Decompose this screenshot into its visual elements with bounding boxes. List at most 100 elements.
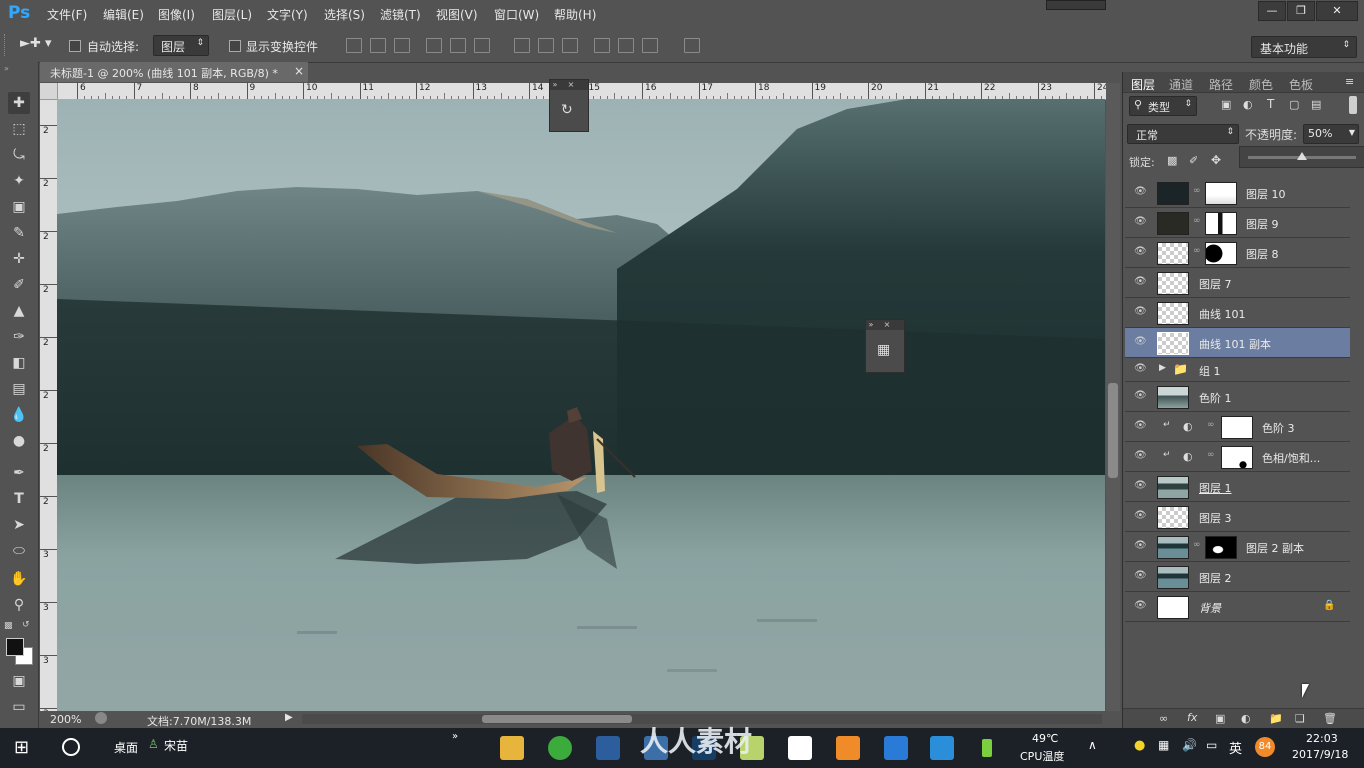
filter-adjustment-icon[interactable]: ◐ — [1243, 98, 1253, 111]
eye-icon[interactable]: 👁 — [1134, 247, 1147, 257]
expand-toolbar-icon[interactable]: » — [4, 64, 9, 73]
layer-mask-thumbnail[interactable] — [1205, 212, 1237, 235]
fx-icon[interactable]: fx — [1187, 711, 1197, 724]
layer-name[interactable]: 图层 1 — [1199, 480, 1232, 496]
layer-row-levels-1[interactable]: 👁 色阶 1 — [1125, 382, 1350, 412]
align-right-icon[interactable] — [474, 38, 490, 53]
auto-align-icon[interactable] — [684, 38, 700, 53]
opacity-field[interactable]: 50% ▼ — [1303, 124, 1359, 144]
eye-icon[interactable]: 👁 — [1134, 601, 1147, 611]
horizontal-scroll-thumb[interactable] — [482, 715, 632, 723]
link-icon[interactable]: ∞ — [1193, 186, 1201, 196]
brush-tool-icon[interactable]: ✐ — [8, 274, 30, 296]
magic-wand-tool-icon[interactable]: ✦ — [8, 170, 30, 192]
eyedropper-tool-icon[interactable]: ✎ — [8, 222, 30, 244]
clock-time[interactable]: 22:03 — [1306, 732, 1338, 745]
adjustment-layer-icon[interactable]: ◐ — [1241, 712, 1251, 725]
clock-date[interactable]: 2017/9/18 — [1292, 748, 1348, 761]
close-tab-icon[interactable]: × — [294, 64, 304, 78]
zoom-tool-icon[interactable]: ⚲ — [8, 594, 30, 616]
layer-row-hue-saturation[interactable]: 👁 ↵ ◐ ∞ 色相/饱和... — [1125, 442, 1350, 472]
layer-mask-thumbnail[interactable] — [1221, 416, 1253, 439]
layer-name[interactable]: 图层 2 — [1199, 570, 1232, 586]
align-left-icon[interactable] — [426, 38, 442, 53]
distribute-vcenter-icon[interactable] — [538, 38, 554, 53]
layer-name[interactable]: 色相/饱和... — [1262, 450, 1320, 466]
menu-view[interactable]: 视图(V) — [436, 6, 478, 23]
screen-mode-icon[interactable]: ▭ — [8, 696, 30, 718]
tray-app-icon[interactable]: ● — [1134, 738, 1145, 753]
battery-app-icon[interactable] — [982, 739, 992, 757]
lock-pixels-icon[interactable]: ✐ — [1189, 154, 1198, 167]
menu-layer[interactable]: 图层(L) — [212, 6, 252, 23]
new-layer-icon[interactable]: ❏ — [1295, 712, 1305, 725]
eye-icon[interactable]: 👁 — [1134, 541, 1147, 551]
link-icon[interactable]: ∞ — [1193, 540, 1201, 550]
layer-mask-thumbnail[interactable] — [1205, 182, 1237, 205]
tab-paths[interactable]: 路径 — [1209, 76, 1233, 93]
layer-mask-thumbnail[interactable] — [1205, 536, 1237, 559]
layer-row-group-1[interactable]: 👁 ▶ 📁 组 1 — [1125, 358, 1350, 382]
add-mask-icon[interactable]: ▣ — [1215, 712, 1225, 725]
network-icon[interactable]: ▦ — [1158, 738, 1169, 752]
distribute-bottom-icon[interactable] — [562, 38, 578, 53]
app-icon[interactable] — [596, 736, 620, 760]
status-icon[interactable] — [95, 712, 107, 724]
link-layers-icon[interactable]: ∞ — [1159, 712, 1168, 725]
zoom-level[interactable]: 200% — [50, 713, 81, 726]
ellipse-tool-icon[interactable]: ⬭ — [8, 540, 30, 562]
properties-icon[interactable]: ▦ — [877, 342, 890, 358]
canvas[interactable] — [57, 99, 1105, 711]
default-colors-icon[interactable]: ▩ — [4, 621, 13, 631]
layer-row-levels-3[interactable]: 👁 ↵ ◐ ∞ 色阶 3 — [1125, 412, 1350, 442]
align-hcenter-icon[interactable] — [450, 38, 466, 53]
history-mini-panel[interactable]: » × ↻ — [549, 79, 589, 132]
tab-channels[interactable]: 通道 — [1169, 76, 1193, 93]
eye-icon[interactable]: 👁 — [1134, 277, 1147, 287]
history-icon[interactable]: ↻ — [561, 102, 573, 118]
vertical-scroll-thumb[interactable] — [1108, 383, 1118, 478]
eraser-tool-icon[interactable]: ◧ — [8, 352, 30, 374]
layer-name[interactable]: 色阶 3 — [1262, 420, 1295, 436]
opacity-slider-popup[interactable] — [1239, 146, 1364, 168]
tab-layers[interactable]: 图层 — [1131, 76, 1155, 93]
menu-file[interactable]: 文件(F) — [47, 6, 87, 23]
pen-tool-icon[interactable]: ✒ — [8, 462, 30, 484]
eye-icon[interactable]: 👁 — [1134, 187, 1147, 197]
desktop-label[interactable]: 桌面 — [114, 739, 138, 756]
distribute-top-icon[interactable] — [514, 38, 530, 53]
eye-icon[interactable]: 👁 — [1134, 364, 1147, 374]
eye-icon[interactable]: 👁 — [1134, 511, 1147, 521]
volume-icon[interactable]: 🔊 — [1182, 738, 1197, 752]
history-brush-tool-icon[interactable]: ✑ — [8, 326, 30, 348]
layer-mask-thumbnail[interactable] — [1205, 242, 1237, 265]
blur-tool-icon[interactable]: 💧 — [8, 404, 30, 426]
filter-toggle[interactable] — [1349, 96, 1357, 114]
ruler-origin[interactable] — [40, 83, 58, 100]
distribute-hcenter-icon[interactable] — [618, 38, 634, 53]
user-label[interactable]: 宋苗 — [164, 737, 188, 754]
blend-mode-dropdown[interactable]: 正常 ⇕ — [1127, 124, 1239, 144]
lasso-tool-icon[interactable]: ⤿ — [8, 144, 30, 166]
move-tool-icon[interactable]: ✚ — [8, 92, 30, 114]
filter-pixel-icon[interactable]: ▣ — [1221, 98, 1231, 111]
minimize-button[interactable]: — — [1258, 1, 1286, 21]
menu-type[interactable]: 文字(Y) — [267, 6, 308, 23]
eye-icon[interactable]: 👁 — [1134, 451, 1147, 461]
healing-brush-tool-icon[interactable]: ✛ — [8, 248, 30, 270]
photos-icon[interactable] — [788, 736, 812, 760]
opacity-slider-thumb[interactable] — [1297, 152, 1307, 160]
layer-row-background[interactable]: 👁 背景 🔒 — [1125, 592, 1350, 622]
layer-name[interactable]: 组 1 — [1199, 363, 1221, 379]
tray-expand-icon[interactable]: ∧ — [1088, 738, 1097, 752]
layer-row-2-copy[interactable]: 👁 ∞ 图层 2 副本 — [1125, 532, 1350, 562]
close-window-button[interactable]: ✕ — [1316, 1, 1358, 21]
menu-filter[interactable]: 滤镜(T) — [380, 6, 421, 23]
layer-name[interactable]: 背景 — [1199, 600, 1221, 616]
ime-indicator[interactable]: 英 — [1229, 738, 1242, 757]
expand-group-icon[interactable]: ▶ — [1159, 363, 1166, 373]
layer-name[interactable]: 曲线 101 副本 — [1199, 336, 1271, 352]
lock-position-icon[interactable]: ✥ — [1211, 153, 1221, 167]
menu-image[interactable]: 图像(I) — [158, 6, 195, 23]
new-group-icon[interactable]: 📁 — [1269, 712, 1283, 725]
